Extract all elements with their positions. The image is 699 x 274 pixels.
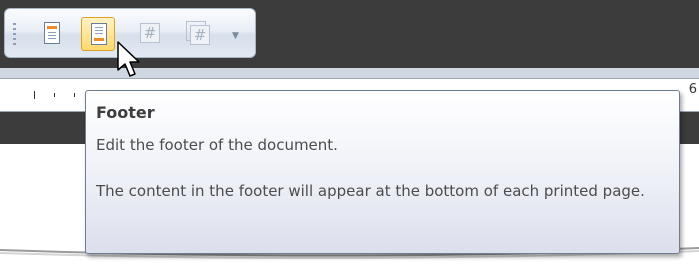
tooltip-description: Edit the footer of the document. bbox=[96, 136, 338, 154]
header-button[interactable] bbox=[35, 17, 69, 51]
header-doc-icon bbox=[44, 22, 60, 44]
tooltip-title: Footer bbox=[96, 103, 155, 122]
mouse-pointer-icon bbox=[117, 41, 140, 77]
footer-button[interactable] bbox=[81, 17, 115, 51]
toolbar-options-button[interactable]: ▼ bbox=[227, 17, 245, 51]
tooltip-detail: The content in the footer will appear at… bbox=[96, 182, 645, 200]
footer-doc-icon bbox=[91, 23, 107, 45]
hash-stack-icon: # bbox=[190, 25, 210, 45]
toolbar-grip[interactable] bbox=[13, 23, 16, 45]
ruler-number: 6 bbox=[688, 82, 697, 97]
page-count-button[interactable]: # bbox=[181, 17, 215, 51]
ruler-top-strip bbox=[0, 68, 699, 78]
chevron-down-icon: ▼ bbox=[232, 31, 239, 41]
footer-tooltip: Footer Edit the footer of the document. … bbox=[85, 90, 680, 254]
